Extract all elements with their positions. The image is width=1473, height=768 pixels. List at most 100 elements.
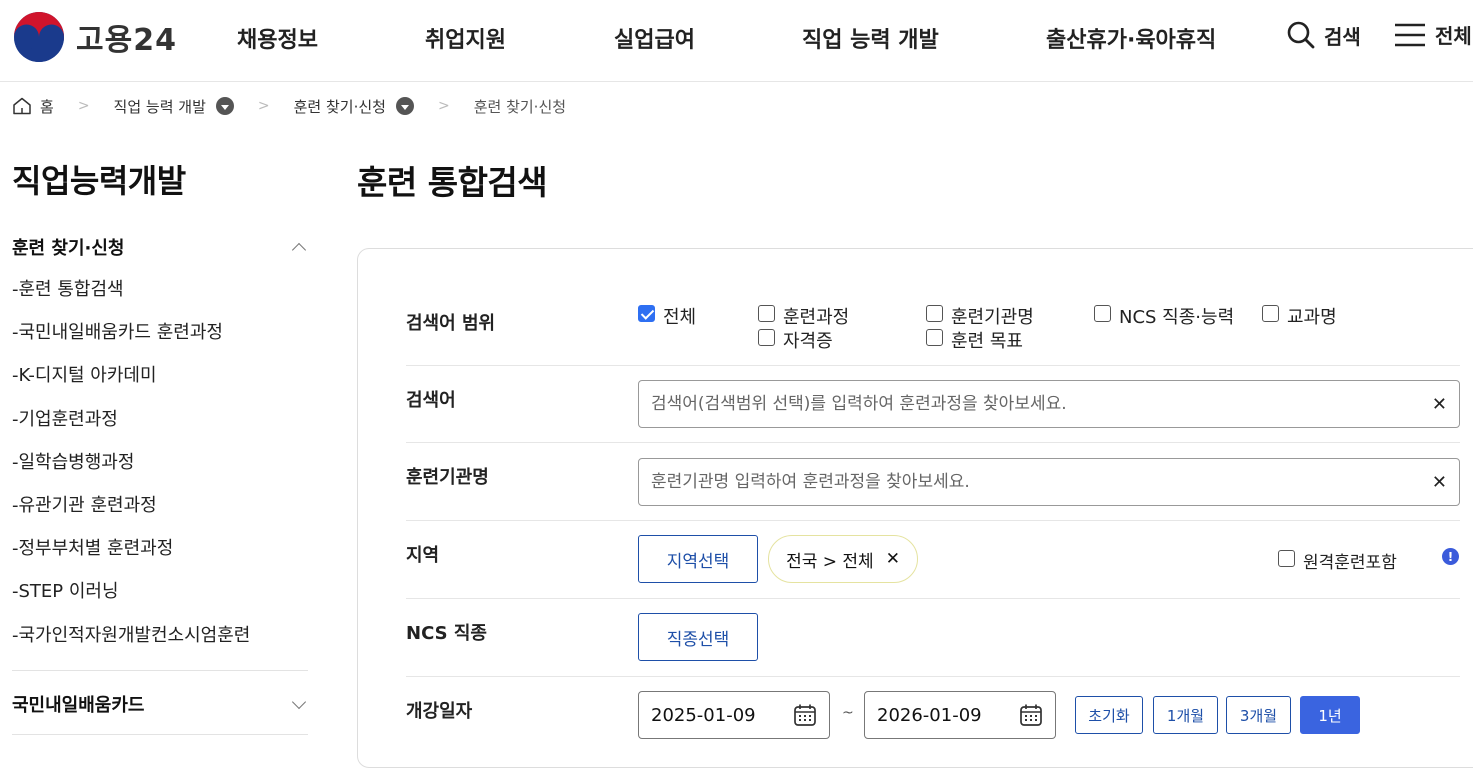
- checkbox-label: 원격훈련포함: [1303, 553, 1397, 573]
- calendar-icon[interactable]: [793, 703, 817, 727]
- search-icon: [1287, 21, 1315, 49]
- date-label: 개강일자: [406, 701, 473, 722]
- sidebar-group-training-search[interactable]: 훈련 찾기·신청: [12, 234, 308, 260]
- remote-training-checkbox[interactable]: 원격훈련포함: [1278, 548, 1397, 573]
- keyword-label: 검색어: [406, 390, 456, 411]
- nav-item-employment-support[interactable]: 취업지원: [425, 22, 506, 54]
- scope-label: 검색어 범위: [406, 313, 496, 334]
- sidebar-item-consortium-training[interactable]: -국가인적자원개발컨소시엄훈련: [12, 621, 250, 664]
- divider: [406, 676, 1460, 677]
- reset-date-button[interactable]: 초기화: [1075, 696, 1143, 734]
- dropdown-toggle-icon[interactable]: [215, 97, 234, 115]
- breadcrumb-current: 훈련 찾기·신청: [473, 97, 567, 116]
- scope-checkbox-institution[interactable]: 훈련기관명: [926, 303, 1034, 329]
- remove-chip-icon[interactable]: ✕: [886, 549, 900, 569]
- calendar-icon[interactable]: [1019, 703, 1043, 727]
- region-chip-label: 전국 > 전체: [786, 551, 874, 572]
- search-label: 검색: [1324, 24, 1361, 49]
- sidebar-group-naeil-card[interactable]: 국민내일배움카드: [12, 691, 308, 717]
- sidebar-item-step-elearning[interactable]: -STEP 이러닝: [12, 577, 250, 620]
- scope-checkbox-ncs[interactable]: NCS 직종·능력: [1094, 303, 1234, 329]
- checkbox-label: 훈련 목표: [951, 331, 1023, 352]
- keyword-input[interactable]: [651, 394, 1432, 414]
- sidebar-group-label: 훈련 찾기·신청: [12, 238, 125, 259]
- divider: [406, 442, 1460, 443]
- institution-input[interactable]: [651, 472, 1432, 492]
- header-search-button[interactable]: 검색: [1286, 20, 1361, 50]
- end-date-field[interactable]: 2026-01-09: [864, 691, 1056, 739]
- nav-item-skill-development[interactable]: 직업 능력 개발: [802, 22, 939, 54]
- breadcrumb-home[interactable]: 홈: [12, 96, 54, 117]
- sidebar-item-related-agency[interactable]: -유관기관 훈련과정: [12, 491, 250, 534]
- preset-3-months-button[interactable]: 3개월: [1226, 696, 1291, 734]
- breadcrumb-label: 직업 능력 개발: [113, 97, 206, 116]
- nav-item-parental-leave[interactable]: 출산휴가·육아휴직: [1046, 22, 1216, 54]
- breadcrumb-label: 훈련 찾기·신청: [293, 97, 386, 116]
- breadcrumb-separator: >: [257, 98, 270, 114]
- sidebar-item-corporate-training[interactable]: -기업훈련과정: [12, 405, 250, 448]
- region-chip: 전국 > 전체 ✕: [768, 535, 918, 583]
- checkbox-icon: [1278, 550, 1295, 567]
- checkbox-icon: [926, 305, 943, 322]
- preset-1-month-button[interactable]: 1개월: [1153, 696, 1218, 734]
- breadcrumb: 홈 > 직업 능력 개발 > 훈련 찾기·신청 > 훈련 찾기·신청: [12, 94, 566, 118]
- ncs-select-button[interactable]: 직종선택: [638, 613, 758, 661]
- sidebar-item-k-digital-academy[interactable]: -K-디지털 아카데미: [12, 361, 250, 404]
- divider: [406, 520, 1460, 521]
- scope-checkbox-certificate[interactable]: 자격증: [758, 327, 833, 353]
- divider: [406, 365, 1460, 366]
- checkbox-icon: [758, 305, 775, 322]
- dropdown-toggle-icon[interactable]: [395, 97, 414, 115]
- checkbox-label: 전체: [663, 307, 697, 328]
- scope-checkbox-all[interactable]: 전체: [638, 303, 696, 329]
- region-select-button[interactable]: 지역선택: [638, 535, 758, 583]
- breadcrumb-item-training-search[interactable]: 훈련 찾기·신청: [294, 96, 414, 117]
- clear-icon[interactable]: ✕: [1432, 472, 1447, 493]
- logo-text: 고용24: [76, 23, 177, 58]
- sidebar-item-integrated-search[interactable]: -훈련 통합검색: [12, 275, 250, 318]
- breadcrumb-home-label: 홈: [40, 97, 54, 116]
- start-date-field[interactable]: 2025-01-09: [638, 691, 830, 739]
- logo[interactable]: 고용24: [12, 10, 177, 64]
- checkbox-icon: [926, 329, 943, 346]
- checkbox-label: NCS 직종·능력: [1119, 307, 1235, 328]
- nav-item-unemployment-benefits[interactable]: 실업급여: [614, 22, 695, 54]
- header-all-menu-button[interactable]: 전체: [1393, 20, 1472, 49]
- sidebar-item-naeil-card-courses[interactable]: -국민내일배움카드 훈련과정: [12, 318, 250, 361]
- scope-checkbox-goal[interactable]: 훈련 목표: [926, 327, 1023, 353]
- home-icon: [13, 97, 31, 115]
- institution-label: 훈련기관명: [406, 467, 489, 488]
- preset-1-year-button[interactable]: 1년: [1300, 696, 1360, 734]
- checkbox-label: 자격증: [783, 331, 833, 352]
- page-title: 훈련 통합검색: [357, 163, 548, 202]
- scope-checkbox-course[interactable]: 훈련과정: [758, 303, 849, 329]
- chevron-down-icon: [291, 694, 307, 710]
- checkbox-checked-icon: [638, 305, 655, 322]
- info-icon[interactable]: !: [1442, 548, 1459, 565]
- start-date-value: 2025-01-09: [651, 704, 756, 726]
- chevron-up-icon: [291, 242, 307, 258]
- sidebar-item-ministry-courses[interactable]: -정부부처별 훈련과정: [12, 534, 250, 577]
- sidebar-item-work-study[interactable]: -일학습병행과정: [12, 448, 250, 491]
- date-range-separator: ~: [842, 705, 854, 721]
- checkbox-label: 훈련기관명: [951, 307, 1034, 328]
- checkbox-icon: [758, 329, 775, 346]
- hamburger-menu-icon: [1395, 23, 1425, 46]
- taegeuk-emblem-icon: [14, 12, 64, 62]
- header: 고용24 채용정보 취업지원 실업급여 직업 능력 개발 출산휴가·육아휴직 검…: [0, 0, 1473, 82]
- breadcrumb-separator: >: [77, 98, 90, 114]
- clear-icon[interactable]: ✕: [1432, 394, 1447, 415]
- sidebar-title: 직업능력개발: [12, 162, 186, 200]
- divider: [12, 734, 308, 735]
- checkbox-icon: [1262, 305, 1279, 322]
- divider: [406, 598, 1460, 599]
- institution-field: ✕: [638, 458, 1460, 506]
- end-date-value: 2026-01-09: [877, 704, 982, 726]
- nav-item-jobs[interactable]: 채용정보: [237, 22, 318, 54]
- keyword-field: ✕: [638, 380, 1460, 428]
- checkbox-icon: [1094, 305, 1111, 322]
- breadcrumb-item-skill-development[interactable]: 직업 능력 개발: [114, 96, 234, 117]
- checkbox-label: 훈련과정: [783, 307, 850, 328]
- scope-checkbox-subject[interactable]: 교과명: [1262, 303, 1337, 329]
- all-menu-label: 전체: [1435, 24, 1472, 48]
